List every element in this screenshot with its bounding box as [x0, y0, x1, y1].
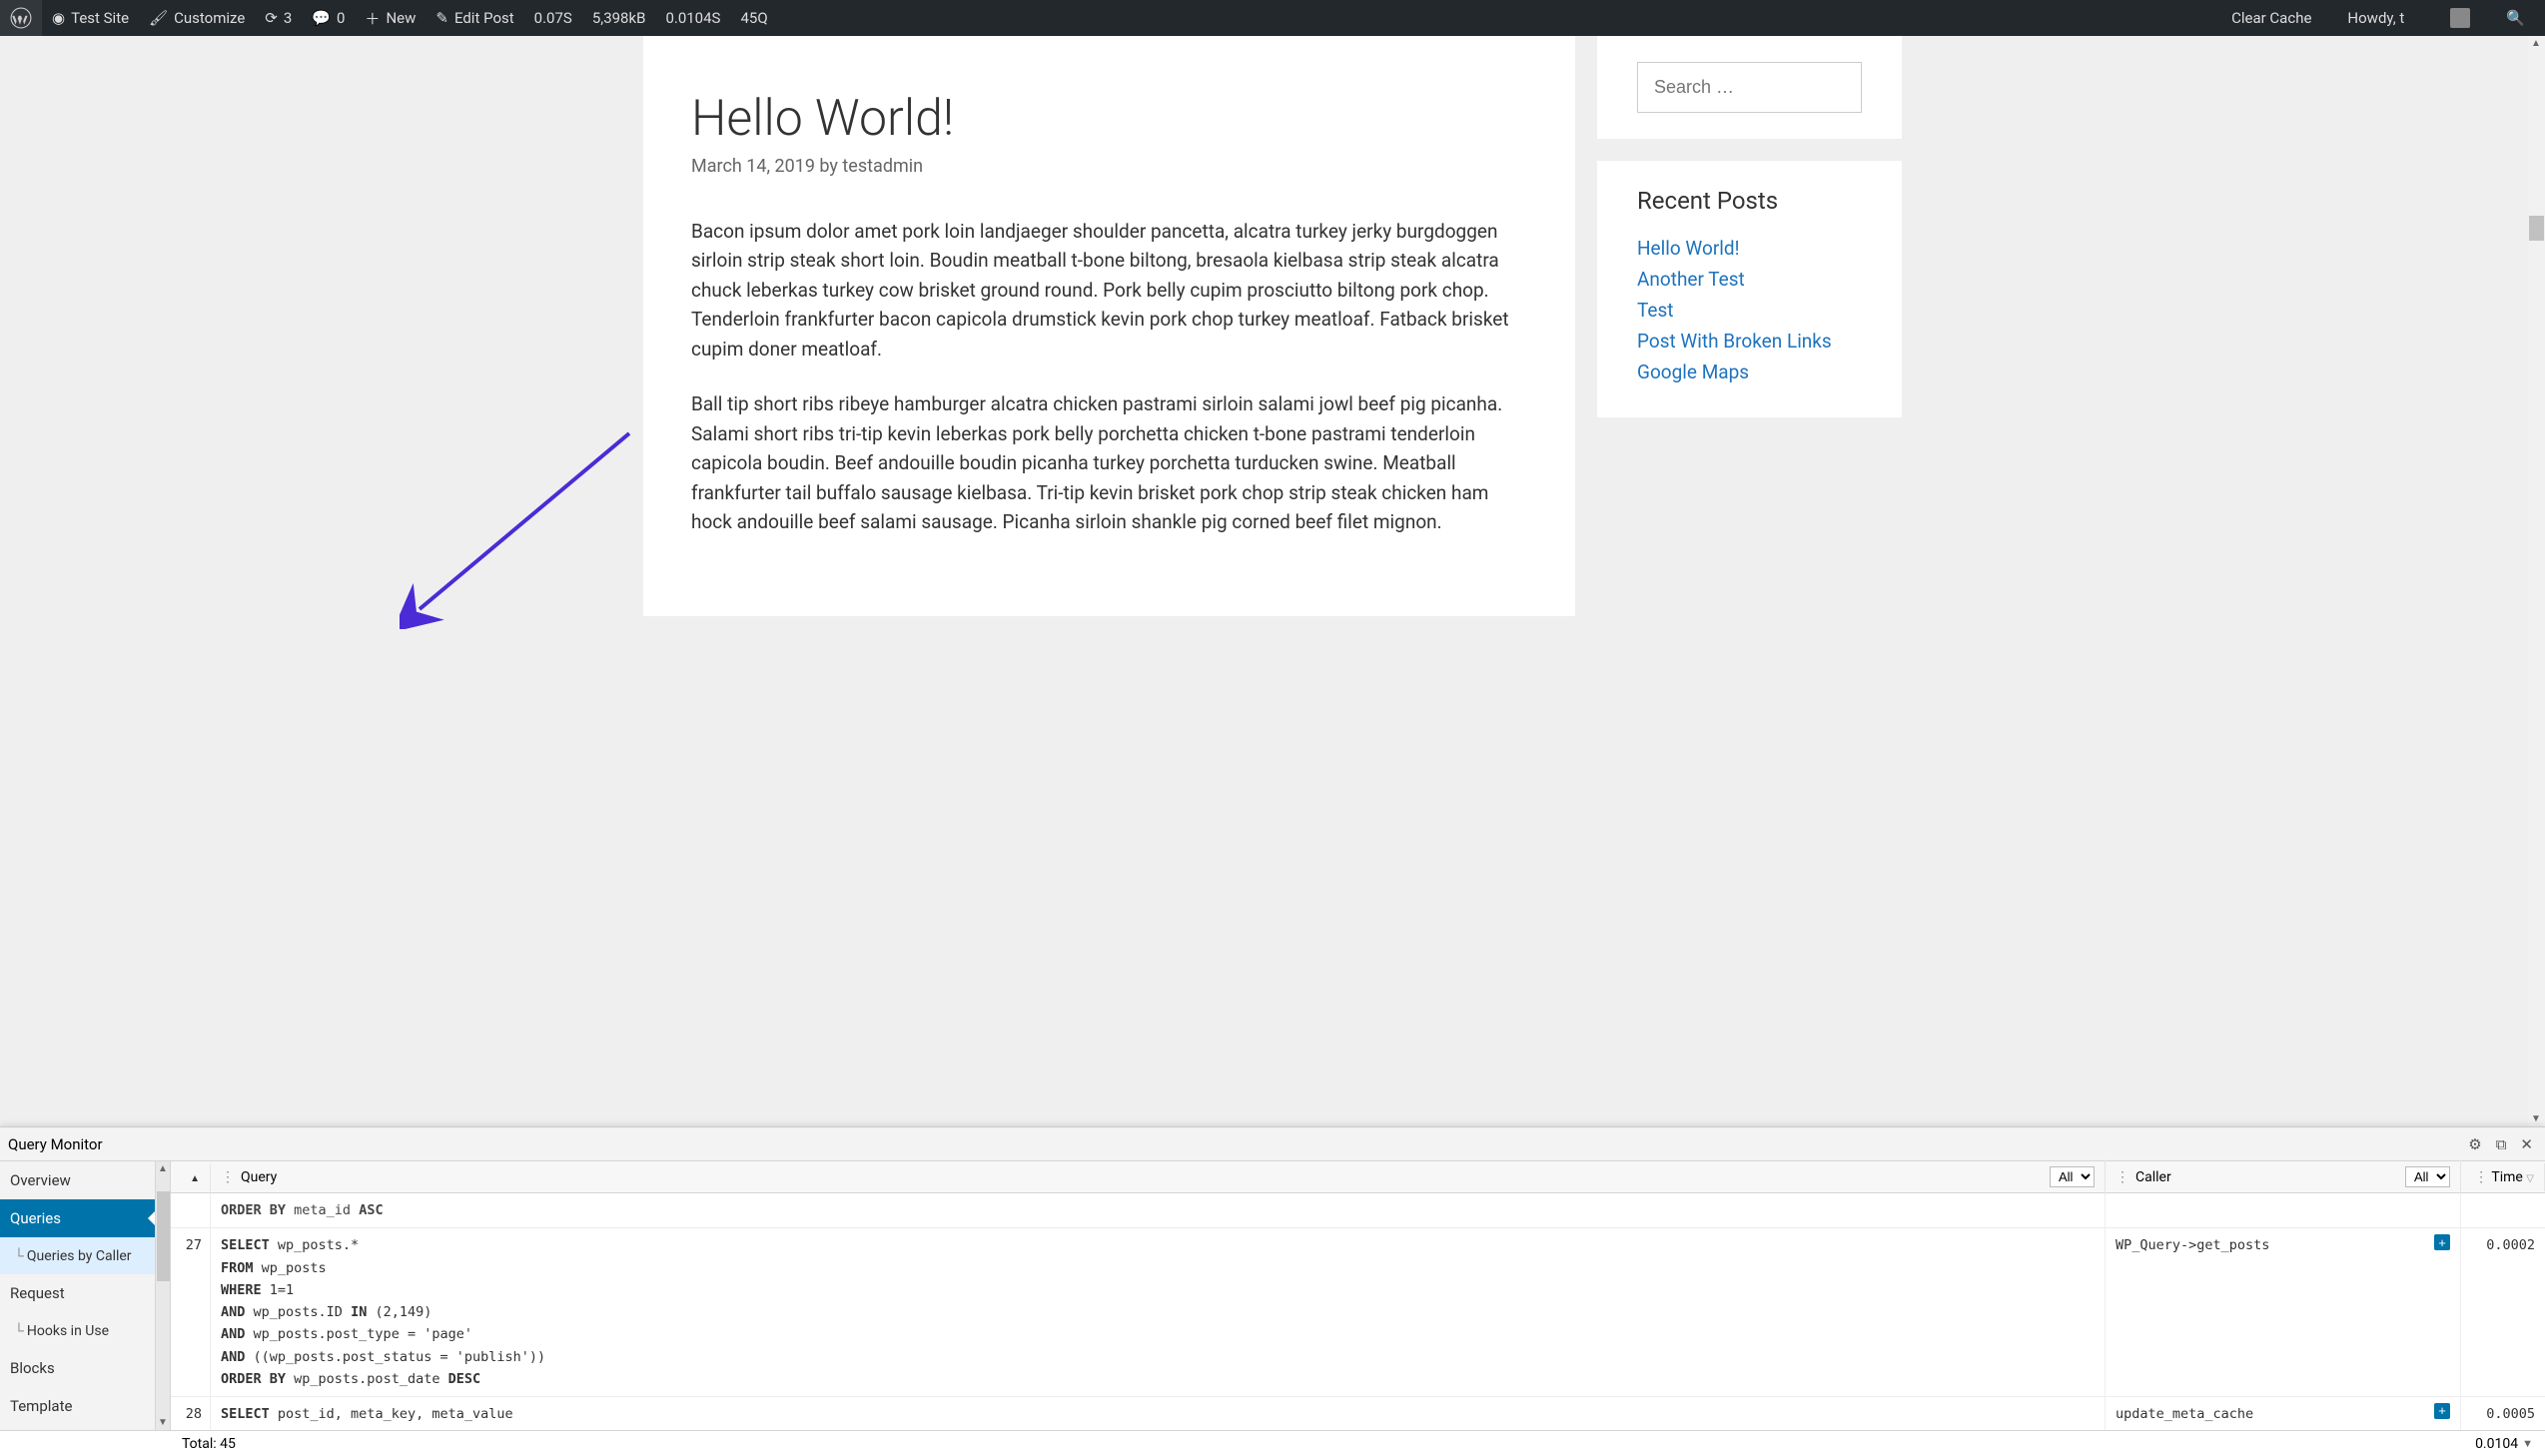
qm-row-query: ORDER BY meta_id ASC: [211, 1193, 2106, 1227]
wp-logo[interactable]: [0, 0, 42, 36]
plus-icon: ＋: [365, 8, 380, 29]
qm-stat-mem[interactable]: 5,398kB: [582, 0, 656, 36]
recent-post-link[interactable]: Another Test: [1637, 268, 1862, 291]
new-link[interactable]: ＋ New: [355, 0, 425, 36]
recent-posts-title: Recent Posts: [1637, 187, 1862, 215]
qm-row-caller: WP_Query->get_posts+: [2106, 1228, 2461, 1396]
qm-table-row: 27SELECT wp_posts.* FROM wp_posts WHERE …: [171, 1228, 2545, 1397]
qm-row-query: SELECT wp_posts.* FROM wp_posts WHERE 1=…: [211, 1228, 2106, 1396]
qm-menu-queries[interactable]: Queries: [0, 1199, 155, 1237]
updates-link[interactable]: ⟳ 3: [255, 0, 302, 36]
expand-caller-button[interactable]: +: [2434, 1234, 2450, 1250]
qm-footer-total: Total: 45: [170, 1436, 2463, 1452]
close-icon[interactable]: ✕: [2520, 1135, 2533, 1153]
scroll-up-icon[interactable]: ▲: [158, 1163, 168, 1174]
qm-menu-queries-by-caller[interactable]: └Queries by Caller: [0, 1237, 155, 1274]
qm-col-query: ⋮ Query All: [211, 1160, 2106, 1193]
qm-caller-filter[interactable]: All: [2405, 1166, 2450, 1187]
qm-col-num[interactable]: ▲: [171, 1163, 211, 1191]
scroll-thumb[interactable]: [2529, 216, 2544, 241]
qm-menu-hooks[interactable]: └Hooks in Use: [0, 1312, 155, 1349]
qm-stat-time[interactable]: 0.07S: [524, 0, 582, 36]
qm-row-query: SELECT post_id, meta_key, meta_value FRO…: [211, 1397, 2106, 1430]
qm-table-row: 28SELECT post_id, meta_key, meta_value F…: [171, 1397, 2545, 1430]
brush-icon: 🖌: [149, 9, 168, 27]
scroll-down-icon[interactable]: ▼: [158, 1417, 168, 1428]
clear-cache-link[interactable]: Clear Cache: [2221, 0, 2321, 36]
recent-post-link[interactable]: Hello World!: [1637, 237, 1862, 260]
qm-row-num: 27: [171, 1228, 211, 1396]
qm-row-num: [171, 1193, 211, 1227]
qm-row-num: 28: [171, 1397, 211, 1430]
qm-sidebar-scrollbar[interactable]: ▲ ▼: [156, 1161, 171, 1430]
search-widget: [1597, 36, 1902, 139]
qm-row-time: 0.0002: [2461, 1228, 2545, 1396]
qm-stat-dbtime[interactable]: 0.0104S: [655, 0, 730, 36]
qm-menu-request[interactable]: Request: [0, 1274, 155, 1312]
scroll-thumb[interactable]: [157, 1191, 170, 1281]
qm-footer-time: 0.0104 ▼: [2463, 1436, 2545, 1452]
recent-post-link[interactable]: Google Maps: [1637, 361, 1862, 383]
expand-caller-button[interactable]: +: [2434, 1403, 2450, 1419]
qm-col-caller: ⋮ Caller All: [2106, 1160, 2461, 1193]
qm-row-time: [2461, 1193, 2545, 1227]
post-paragraph: Bacon ipsum dolor amet pork loin landjae…: [691, 217, 1527, 364]
qm-menu-template[interactable]: Template: [0, 1387, 155, 1425]
gear-icon[interactable]: ⚙: [2468, 1135, 2481, 1153]
qm-title: Query Monitor: [8, 1135, 103, 1153]
comments-link[interactable]: 💬 0: [302, 0, 355, 36]
qm-menu-overview[interactable]: Overview: [0, 1161, 155, 1199]
edit-post-link[interactable]: ✎ Edit Post: [425, 0, 523, 36]
refresh-icon: ⟳: [265, 9, 278, 27]
page-scrollbar[interactable]: ▲ ▼: [2528, 36, 2545, 1126]
qm-row-time: 0.0005: [2461, 1397, 2545, 1430]
search-icon[interactable]: 🔍: [2496, 0, 2535, 36]
post-meta: March 14, 2019 by testadmin: [691, 156, 1527, 177]
dashboard-icon: ◉: [52, 9, 65, 27]
post-paragraph: Ball tip short ribs ribeye hamburger alc…: [691, 389, 1527, 536]
comment-icon: 💬: [312, 9, 331, 27]
qm-menu-hooks2[interactable]: └Hooks in Use: [0, 1425, 155, 1430]
search-input[interactable]: [1637, 62, 1862, 113]
recent-post-link[interactable]: Test: [1637, 299, 1862, 322]
qm-query-filter[interactable]: All: [2050, 1166, 2095, 1187]
avatar: [2450, 8, 2470, 28]
customize-link[interactable]: 🖌 Customize: [139, 0, 255, 36]
popout-icon[interactable]: ⧉: [2496, 1135, 2507, 1153]
qm-col-time[interactable]: ⋮ Time ▽: [2461, 1163, 2545, 1191]
qm-table-row: ORDER BY meta_id ASC: [171, 1193, 2545, 1228]
qm-row-caller: [2106, 1193, 2461, 1227]
post-title: Hello World!: [691, 90, 1527, 148]
site-name[interactable]: ◉ Test Site: [42, 0, 139, 36]
recent-post-link[interactable]: Post With Broken Links: [1637, 330, 1862, 353]
qm-stat-queries[interactable]: 45Q: [730, 0, 777, 36]
chevron-down-icon[interactable]: ▼: [2522, 1437, 2533, 1450]
qm-menu-blocks[interactable]: Blocks: [0, 1349, 155, 1387]
pencil-icon: ✎: [435, 9, 448, 27]
recent-posts-widget: Recent Posts Hello World! Another Test T…: [1597, 161, 1902, 417]
scroll-down-icon[interactable]: ▼: [2531, 1113, 2541, 1124]
howdy-link[interactable]: Howdy, t: [2337, 0, 2480, 36]
scroll-up-icon[interactable]: ▲: [2531, 38, 2541, 49]
qm-row-caller: update_meta_cache+: [2106, 1397, 2461, 1430]
